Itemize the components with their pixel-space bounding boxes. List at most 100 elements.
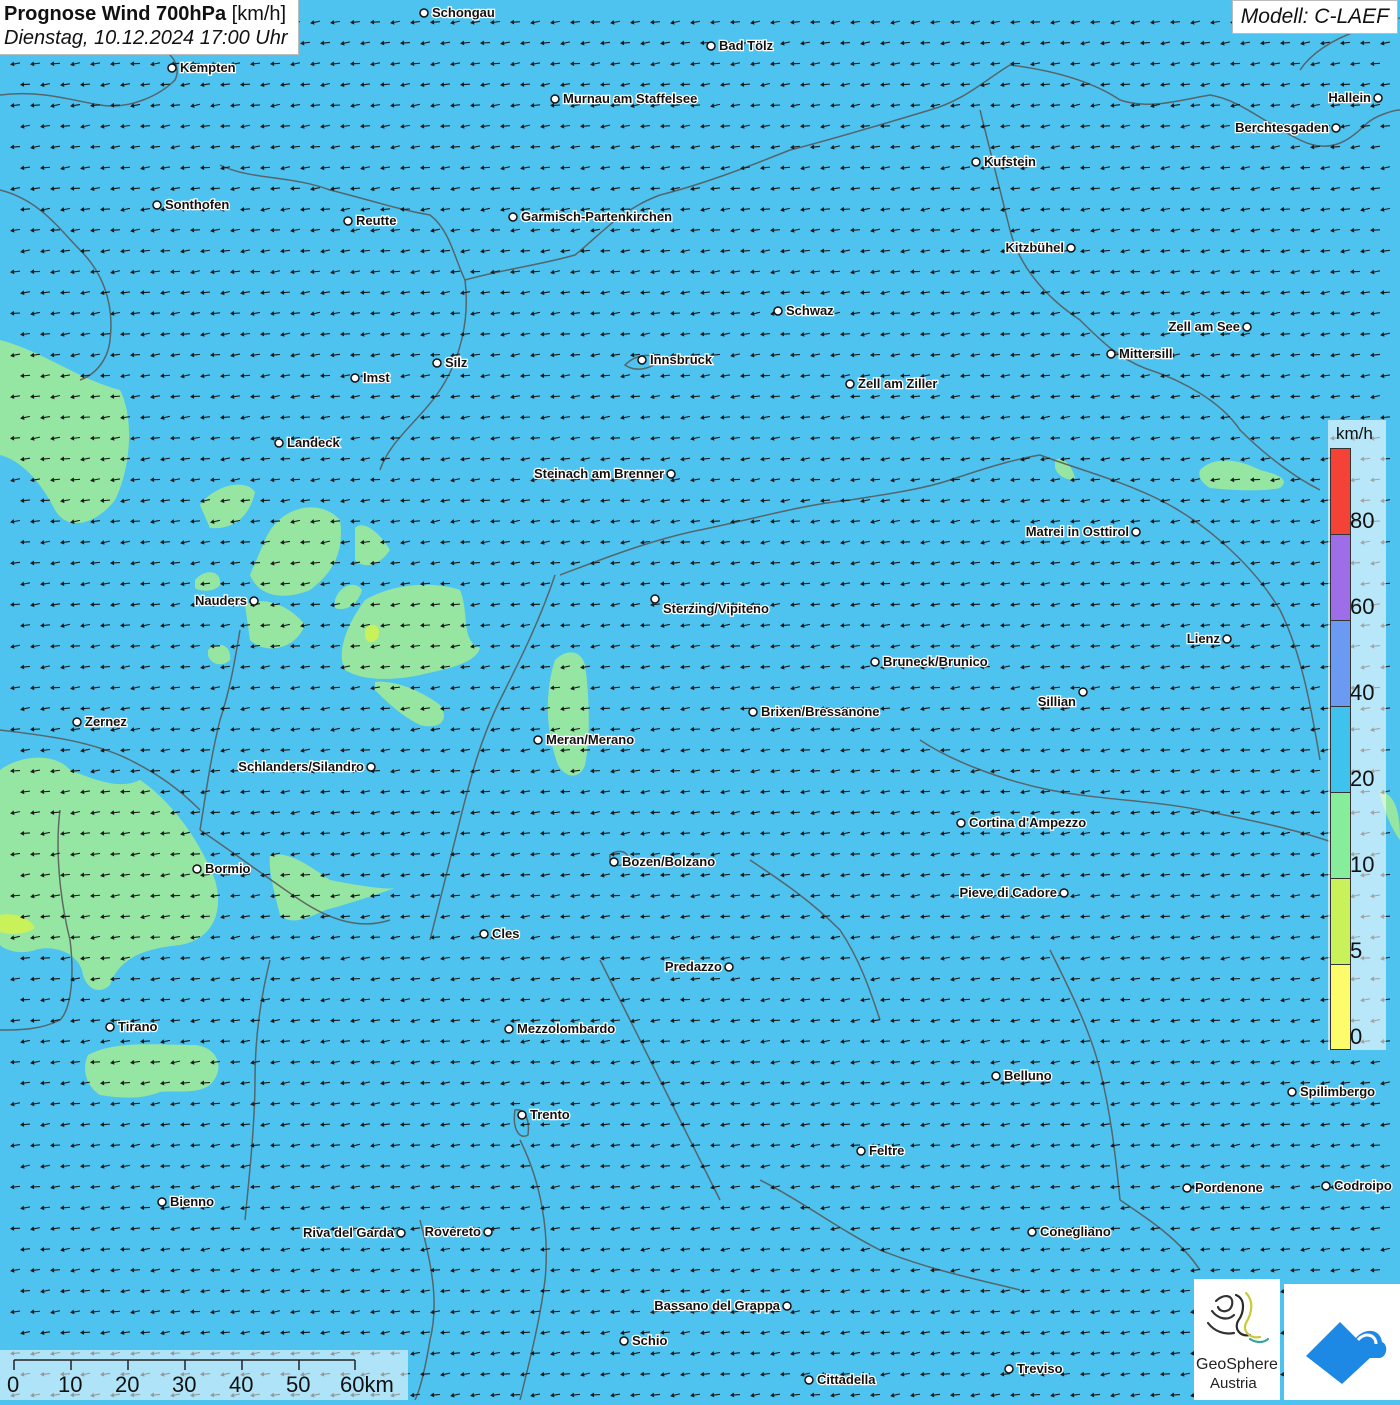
city-dot bbox=[534, 736, 542, 744]
city-dot bbox=[846, 380, 854, 388]
city-dot bbox=[783, 1302, 791, 1310]
city-dot bbox=[1060, 889, 1068, 897]
wind-map[interactable]: SchongauBad TölzKemptenMurnau am Staffel… bbox=[0, 0, 1400, 1400]
city-label: Sterzing/Vipiteno bbox=[663, 601, 769, 616]
city-marker: Bruneck/Brunico bbox=[871, 654, 988, 669]
legend-label-20: 20 bbox=[1350, 766, 1374, 792]
city-dot bbox=[725, 963, 733, 971]
legend-label-5: 5 bbox=[1350, 938, 1362, 964]
city-dot bbox=[638, 356, 646, 364]
legend-segment-10 bbox=[1331, 793, 1350, 879]
city-marker: Bozen/Bolzano bbox=[610, 854, 715, 869]
city-dot bbox=[1288, 1088, 1296, 1096]
city-dot bbox=[275, 439, 283, 447]
city-dot bbox=[651, 595, 659, 603]
city-dot bbox=[193, 865, 201, 873]
city-marker: Meran/Merano bbox=[534, 732, 634, 747]
legend-label-80: 80 bbox=[1350, 508, 1374, 534]
forecast-date: Dienstag, 10.12.2024 17:00 Uhr bbox=[4, 27, 288, 50]
city-marker: Riva del Garda bbox=[303, 1225, 405, 1240]
city-dot bbox=[1332, 124, 1340, 132]
wind-speed-legend: km/h 80 60 40 20 10 5 0 bbox=[1328, 420, 1386, 1050]
city-marker: Schongau bbox=[420, 5, 495, 20]
city-dot bbox=[397, 1229, 405, 1237]
city-label: Mittersill bbox=[1119, 346, 1172, 361]
geosphere-logo[interactable]: GeoSphere Austria bbox=[1194, 1279, 1280, 1400]
city-dot bbox=[707, 42, 715, 50]
city-label: Codroipo bbox=[1334, 1178, 1392, 1193]
city-dot bbox=[484, 1228, 492, 1236]
city-label: Trento bbox=[530, 1107, 570, 1122]
city-marker: Schlanders/Silandro bbox=[238, 759, 375, 774]
map-title: Prognose Wind 700hPa [km/h] bbox=[4, 3, 288, 26]
city-label: Cles bbox=[492, 926, 519, 941]
geosphere-emblem-icon bbox=[1194, 1279, 1280, 1355]
city-dot bbox=[420, 9, 428, 17]
city-dot bbox=[871, 658, 879, 666]
city-dot bbox=[351, 374, 359, 382]
scale-label-20: 20 bbox=[115, 1372, 139, 1398]
model-label: Modell: C-LAEF bbox=[1232, 0, 1398, 34]
city-marker: Pieve di Cadore bbox=[959, 885, 1068, 900]
city-marker: Bassano del Grappa bbox=[654, 1298, 791, 1313]
city-label: Garmisch-Partenkirchen bbox=[521, 209, 672, 224]
legend-label-0: 0 bbox=[1350, 1024, 1362, 1050]
city-label: Kempten bbox=[180, 60, 236, 75]
city-label: Rovereto bbox=[425, 1224, 481, 1239]
city-dot bbox=[1223, 635, 1231, 643]
city-label: Cortina d'Ampezzo bbox=[969, 815, 1086, 830]
scale-label-30: 30 bbox=[172, 1372, 196, 1398]
city-dot bbox=[1067, 244, 1075, 252]
city-dot bbox=[749, 708, 757, 716]
logo-line1: GeoSphere bbox=[1196, 1356, 1278, 1374]
city-label: Steinach am Brenner bbox=[534, 466, 664, 481]
scale-label-60km: 60km bbox=[340, 1372, 394, 1398]
city-dot bbox=[1374, 94, 1382, 102]
city-label: Schlanders/Silandro bbox=[238, 759, 364, 774]
city-label: Nauders bbox=[195, 593, 247, 608]
app-logo-icon bbox=[1284, 1284, 1400, 1400]
city-dot bbox=[972, 158, 980, 166]
city-label: Pieve di Cadore bbox=[959, 885, 1057, 900]
city-label: Schio bbox=[632, 1333, 667, 1348]
city-label: Silz bbox=[445, 355, 468, 370]
city-dot bbox=[158, 1198, 166, 1206]
city-label: Brixen/Bressanone bbox=[761, 704, 880, 719]
city-label: Hallein bbox=[1328, 90, 1371, 105]
legend-segment-60 bbox=[1331, 535, 1350, 621]
city-label: Sillian bbox=[1038, 694, 1076, 709]
city-dot bbox=[1132, 528, 1140, 536]
city-label: Bad Tölz bbox=[719, 38, 774, 53]
title-main: Prognose Wind 700hPa bbox=[4, 3, 226, 25]
city-marker: Cortina d'Ampezzo bbox=[957, 815, 1086, 830]
city-marker: Matrei in Osttirol bbox=[1026, 524, 1140, 539]
city-marker: Spilimbergo bbox=[1288, 1084, 1375, 1099]
city-dot bbox=[1183, 1184, 1191, 1192]
app-logo[interactable] bbox=[1284, 1284, 1400, 1400]
city-marker: Innsbruck bbox=[638, 352, 713, 367]
city-marker: Pordenone bbox=[1183, 1180, 1263, 1195]
city-label: Predazzo bbox=[665, 959, 722, 974]
city-dot bbox=[774, 307, 782, 315]
city-dot bbox=[551, 95, 559, 103]
city-label: Kitzbühel bbox=[1006, 240, 1065, 255]
city-dot bbox=[344, 217, 352, 225]
city-dot bbox=[1322, 1182, 1330, 1190]
city-dot bbox=[518, 1111, 526, 1119]
city-dot bbox=[610, 858, 618, 866]
city-dot bbox=[957, 819, 965, 827]
scale-label-50: 50 bbox=[286, 1372, 310, 1398]
city-marker: Berchtesgaden bbox=[1235, 120, 1340, 135]
city-label: Zernez bbox=[85, 714, 127, 729]
legend-segment-0 bbox=[1331, 965, 1350, 1049]
logo-line2: Austria bbox=[1210, 1375, 1257, 1392]
city-dot bbox=[480, 930, 488, 938]
city-dot bbox=[667, 470, 675, 478]
city-label: Schwaz bbox=[786, 303, 834, 318]
city-label: Bassano del Grappa bbox=[654, 1298, 780, 1313]
title-box: Prognose Wind 700hPa [km/h] Dienstag, 10… bbox=[0, 0, 299, 55]
city-marker: Brixen/Bressanone bbox=[749, 704, 880, 719]
city-dot bbox=[153, 201, 161, 209]
city-marker: Sonthofen bbox=[153, 197, 229, 212]
legend-label-60: 60 bbox=[1350, 594, 1374, 620]
